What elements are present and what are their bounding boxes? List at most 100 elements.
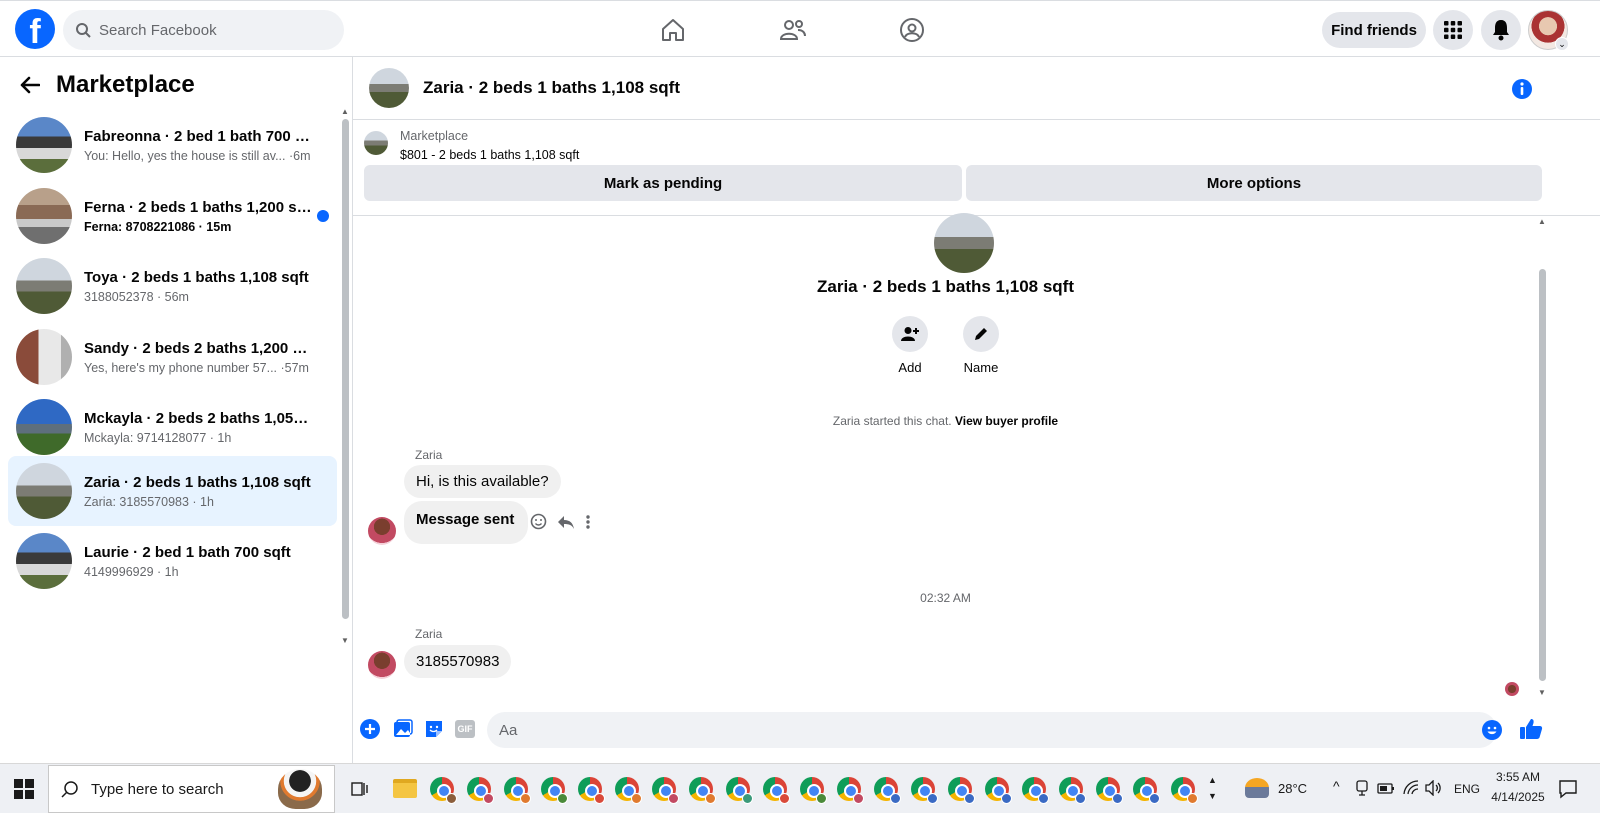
chrome-icon[interactable] (541, 777, 568, 804)
more-options-button[interactable]: More options (966, 165, 1542, 201)
chat-header-thumbnail[interactable] (369, 68, 409, 108)
info-icon[interactable] (1511, 78, 1533, 100)
chrome-icon[interactable] (1171, 777, 1198, 804)
taskbar-search-input[interactable]: Type here to search (48, 765, 335, 813)
conversation-name: Mckayla · 2 beds 2 baths 1,050 s... (84, 409, 314, 427)
conversation-item-ferna[interactable]: Ferna · 2 beds 1 baths 1,200 sqft Ferna:… (8, 181, 337, 251)
find-friends-button[interactable]: Find friends (1322, 12, 1426, 48)
scroll-up-arrow-icon[interactable]: ▲ (1538, 217, 1546, 226)
chat-title[interactable]: Zaria · 2 beds 1 baths 1,108 sqft (423, 78, 680, 98)
scrollbar-thumb[interactable] (342, 119, 349, 619)
message-bubble[interactable]: Message sent (404, 501, 529, 544)
sticker-icon[interactable] (424, 719, 444, 739)
chrome-icon[interactable] (504, 777, 531, 804)
file-explorer-icon[interactable] (393, 779, 417, 798)
chrome-icon[interactable] (467, 777, 494, 804)
meet-now-icon[interactable] (1355, 780, 1369, 796)
notification-center-icon[interactable] (1558, 779, 1578, 799)
tray-expand-icon[interactable]: ^ (1333, 778, 1340, 794)
weather-temperature[interactable]: 28°C (1278, 781, 1307, 796)
search-highlight-bird-icon (278, 769, 322, 809)
home-icon[interactable] (656, 13, 690, 47)
chrome-icon[interactable] (837, 777, 864, 804)
chat-panel: Zaria · 2 beds 1 baths 1,108 sqft Market… (353, 57, 1600, 763)
chrome-icon[interactable] (615, 777, 642, 804)
scroll-up-arrow-icon[interactable]: ▲ (341, 107, 349, 116)
chrome-icon[interactable] (726, 777, 753, 804)
view-buyer-profile-link[interactable]: View buyer profile (955, 414, 1058, 428)
conversation-name: Sandy · 2 beds 2 baths 1,200 sqft (84, 339, 314, 357)
input-language[interactable]: ENG (1454, 782, 1480, 796)
chrome-icon[interactable] (1022, 777, 1049, 804)
chrome-icon[interactable] (652, 777, 679, 804)
reply-icon[interactable] (557, 514, 575, 530)
menu-grid-icon[interactable] (1433, 10, 1473, 50)
mark-as-pending-button[interactable]: Mark as pending (364, 165, 962, 201)
more-dots-icon[interactable] (585, 514, 591, 530)
search-input[interactable]: Search Facebook (63, 10, 344, 50)
clock-date[interactable]: 4/14/2025 (1486, 790, 1550, 804)
message-bubble[interactable]: Hi, is this available? (404, 465, 561, 498)
sender-avatar[interactable] (368, 517, 396, 545)
chat-scrollbar[interactable]: ▲ ▼ (1536, 217, 1548, 697)
conversation-item-fabreonna[interactable]: Fabreonna · 2 bed 1 bath 700 sqft You: H… (8, 110, 337, 180)
listing-banner-thumbnail[interactable] (364, 131, 388, 155)
chrome-icon[interactable] (911, 777, 938, 804)
chrome-icon[interactable] (985, 777, 1012, 804)
conversation-item-toya[interactable]: Toya · 2 beds 1 baths 1,108 sqft 3188052… (8, 251, 337, 321)
chrome-icon[interactable] (874, 777, 901, 804)
weather-icon[interactable] (1245, 778, 1269, 798)
taskbar-overflow-chevrons-icon[interactable]: ▲ ▼ (1208, 772, 1217, 804)
facebook-logo[interactable]: f (15, 9, 55, 49)
conversation-snippet: Mckayla: 9714128077 · 1h (84, 430, 232, 445)
gif-icon[interactable]: GIF (455, 720, 475, 738)
back-arrow-icon[interactable] (20, 76, 40, 94)
add-button[interactable]: Add (880, 316, 940, 375)
message-input[interactable]: Aa (487, 712, 1497, 748)
friends-icon[interactable] (776, 13, 810, 47)
groups-icon[interactable] (895, 13, 929, 47)
volume-icon[interactable] (1425, 780, 1443, 796)
scroll-down-arrow-icon[interactable]: ▼ (1538, 688, 1546, 697)
conversation-snippet: Zaria: 3185570983 · 1h (84, 494, 214, 509)
listing-thumbnail (16, 188, 72, 244)
chat-intro-title: Zaria · 2 beds 1 baths 1,108 sqft (817, 277, 1074, 296)
clock-time[interactable]: 3:55 AM (1486, 770, 1550, 784)
chrome-icon[interactable] (689, 777, 716, 804)
conversation-item-zaria[interactable]: Zaria · 2 beds 1 baths 1,108 sqft Zaria:… (8, 456, 337, 526)
battery-icon[interactable] (1377, 781, 1395, 795)
listing-price[interactable]: $801 - 2 beds 1 baths 1,108 sqft (400, 148, 579, 162)
chrome-icon[interactable] (1059, 777, 1086, 804)
plus-circle-icon[interactable] (360, 719, 380, 739)
chrome-icon[interactable] (948, 777, 975, 804)
conversation-item-mckayla[interactable]: Mckayla · 2 beds 2 baths 1,050 s... Mcka… (8, 392, 337, 462)
windows-start-icon[interactable] (14, 779, 34, 799)
sender-avatar[interactable] (368, 651, 396, 679)
chrome-icon[interactable] (1096, 777, 1123, 804)
notifications-bell-icon[interactable] (1481, 10, 1521, 50)
chrome-icon[interactable] (1133, 777, 1160, 804)
listing-thumbnail (16, 329, 72, 385)
wifi-icon[interactable] (1403, 780, 1419, 796)
conversation-item-laurie[interactable]: Laurie · 2 bed 1 bath 700 sqft 414999692… (8, 526, 337, 596)
windows-taskbar: Type here to search ▲ ▼ 28°C ^ ENG 3:55 A… (0, 763, 1600, 813)
message-bubble[interactable]: 3185570983 (404, 645, 512, 678)
account-avatar[interactable]: ⌄ (1528, 10, 1569, 51)
top-navigation-bar: f Search Facebook Find friends ⌄ (0, 0, 1600, 57)
name-button[interactable]: Name (951, 316, 1011, 375)
sidebar-scrollbar[interactable]: ▲ ▼ (340, 107, 350, 645)
conversation-item-sandy[interactable]: Sandy · 2 beds 2 baths 1,200 sqft Yes, h… (8, 322, 337, 392)
emoji-icon[interactable] (1482, 720, 1502, 740)
photo-icon[interactable] (393, 719, 413, 739)
scrollbar-thumb[interactable] (1539, 269, 1546, 681)
task-view-icon[interactable] (351, 780, 369, 798)
react-emoji-icon[interactable] (530, 513, 547, 530)
chrome-icon[interactable] (430, 777, 457, 804)
thumbs-up-icon[interactable] (1519, 717, 1543, 741)
listing-label: Marketplace (400, 129, 469, 143)
scroll-down-arrow-icon[interactable]: ▼ (341, 636, 349, 645)
chrome-icon[interactable] (578, 777, 605, 804)
chrome-icon[interactable] (763, 777, 790, 804)
name-label: Name (963, 360, 999, 375)
chrome-icon[interactable] (800, 777, 827, 804)
